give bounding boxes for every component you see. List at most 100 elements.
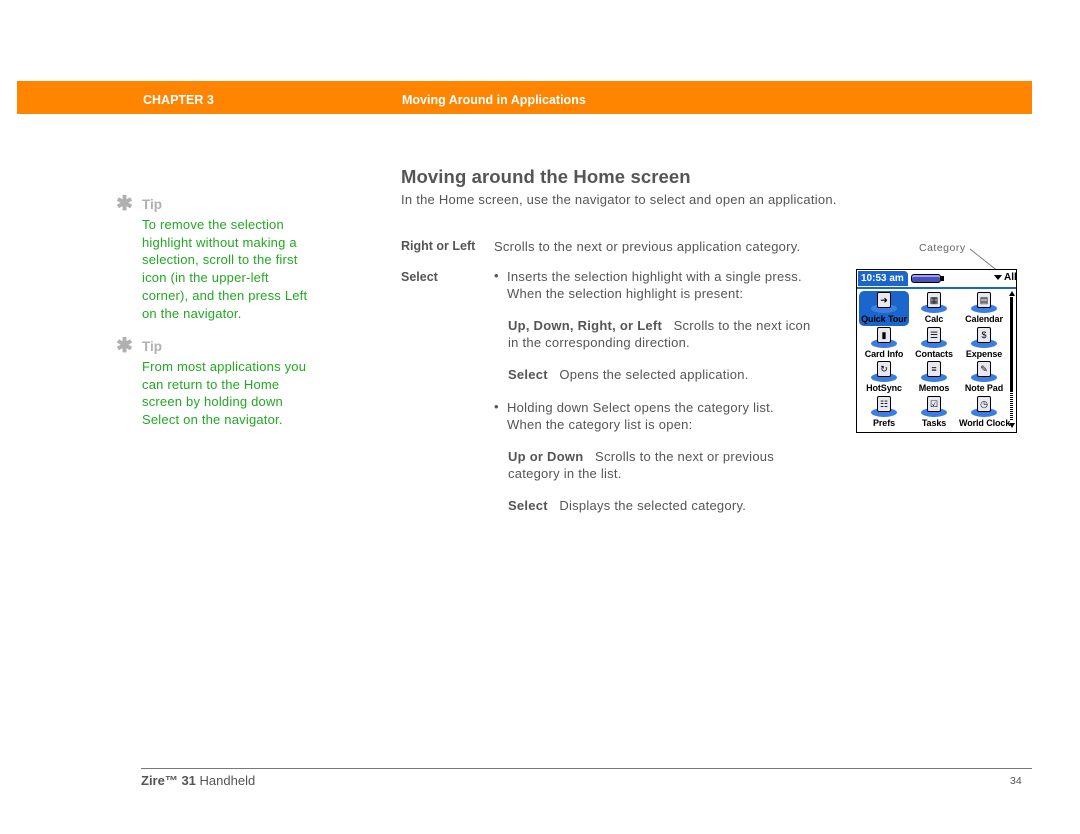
- product-name-bold: Zire™ 31: [141, 773, 196, 788]
- scrollbar: [1009, 291, 1015, 431]
- app-label: Contacts: [915, 348, 953, 359]
- page-number: 34: [1010, 775, 1022, 787]
- sub-entry: Select Opens the selected application.: [508, 366, 749, 383]
- chapter-header-bar: CHAPTER 3 Moving Around in Applications: [17, 81, 1032, 114]
- app-grid: ➜ Quick Tour ▦ Calc ▤ Calendar ▮ Card Info ☰ Cont…: [859, 291, 1011, 430]
- app-label: HotSync: [866, 383, 902, 393]
- app-label: Expense: [965, 348, 1003, 359]
- bullet-marker: •: [494, 399, 499, 414]
- icon-glyph: ▮: [877, 326, 891, 343]
- term-select: Select: [401, 270, 438, 284]
- bullet-text-line: Holding down Select opens the category l…: [507, 400, 774, 415]
- sub-term: Up or Down: [508, 449, 584, 464]
- note-pad-icon: ✎: [969, 361, 999, 383]
- tip-label: Tip: [142, 196, 162, 212]
- term-right-or-left: Right or Left: [401, 239, 476, 253]
- calc-icon: ▦: [919, 292, 949, 314]
- app-icon-note-pad: ✎ Note Pad: [959, 360, 1009, 395]
- prefs-icon: ☷: [869, 395, 899, 418]
- tip-box: ✱ Tip To remove the selection highlight …: [116, 192, 316, 322]
- app-label: Note Pad: [964, 383, 1004, 393]
- app-icon-expense: $ Expense: [959, 326, 1009, 361]
- app-icon-card-info: ▮ Card Info: [859, 326, 909, 361]
- app-label: Card Info: [864, 348, 904, 359]
- app-icon-quick-tour: ➜ Quick Tour: [859, 291, 909, 326]
- icon-glyph: ≡: [927, 361, 941, 377]
- sub-desc: Scrolls to the next or previous: [595, 449, 775, 464]
- chapter-title: Moving Around in Applications: [402, 93, 586, 107]
- category-callout-label: Category: [919, 242, 966, 254]
- scroll-up-arrow-icon: [1009, 291, 1015, 296]
- app-icon-calc: ▦ Calc: [909, 291, 959, 326]
- bullet-text-line: Inserts the selection highlight with a s…: [507, 269, 802, 284]
- sub-entry: Select Displays the selected category.: [508, 497, 746, 514]
- home-screen-figure: 10:53 am All ➜ Quick Tour ▦ Calc ▤ Calendar ▮ C…: [856, 269, 1017, 433]
- tip-box: ✱ Tip From most applications you can ret…: [116, 334, 316, 429]
- bullet-marker: •: [494, 268, 499, 283]
- section-intro: In the Home screen, use the navigator to…: [401, 192, 837, 207]
- icon-glyph: ☑: [927, 395, 941, 412]
- quick-tour-icon: ➜: [869, 292, 899, 314]
- asterisk-icon: ✱: [116, 334, 133, 357]
- bullet-text-line: When the category list is open:: [507, 417, 693, 432]
- sub-desc: Displays the selected category.: [559, 498, 747, 513]
- app-label: Memos: [918, 383, 950, 393]
- contacts-icon: ☰: [919, 326, 949, 349]
- bullet-text-line: When the selection highlight is present:: [507, 286, 744, 301]
- app-icon-calendar: ▤ Calendar: [959, 291, 1009, 326]
- icon-glyph: ☰: [927, 326, 941, 343]
- sub-desc-line: category in the list.: [508, 466, 622, 481]
- icon-glyph: $: [977, 326, 991, 343]
- world-clock-icon: ◷: [969, 395, 999, 418]
- app-label: Prefs: [872, 417, 895, 428]
- sub-desc-line: in the corresponding direction.: [508, 335, 690, 350]
- icon-glyph: ➜: [877, 292, 891, 308]
- title-underline: [857, 287, 1016, 289]
- asterisk-icon: ✱: [116, 192, 133, 215]
- hotsync-icon: ↻: [869, 361, 899, 383]
- app-icon-memos: ≡ Memos: [909, 360, 959, 395]
- category-selector: All: [1004, 272, 1017, 283]
- desc-right-or-left: Scrolls to the next or previous applicat…: [494, 239, 801, 254]
- icon-glyph: ☷: [877, 395, 891, 412]
- icon-glyph: ↻: [877, 361, 891, 377]
- battery-icon: [911, 274, 941, 283]
- icon-glyph: ◷: [977, 395, 991, 412]
- battery-tip: [941, 276, 944, 281]
- icon-glyph: ▦: [927, 292, 941, 308]
- app-label: Calendar: [965, 314, 1003, 324]
- footer-product-name: Zire™ 31 Handheld: [141, 773, 255, 788]
- sub-desc: Scrolls to the next icon: [673, 318, 811, 333]
- sub-term: Select: [508, 367, 548, 382]
- footer-divider: [141, 768, 1032, 769]
- card-info-icon: ▮: [869, 326, 899, 349]
- tip-text: To remove the selection highlight withou…: [142, 217, 308, 321]
- chapter-number: CHAPTER 3: [143, 93, 214, 107]
- app-label: Calc: [924, 314, 944, 324]
- product-name-rest: Handheld: [195, 773, 256, 788]
- icon-glyph: ▤: [977, 292, 991, 308]
- app-label: Tasks: [921, 417, 947, 428]
- section-heading: Moving around the Home screen: [401, 166, 691, 187]
- memos-icon: ≡: [919, 361, 949, 383]
- sub-term: Up, Down, Right, or Left: [508, 318, 663, 333]
- app-icon-prefs: ☷ Prefs: [859, 395, 909, 430]
- tip-label: Tip: [142, 338, 162, 354]
- app-icon-contacts: ☰ Contacts: [909, 326, 959, 361]
- app-icon-world-clock: ◷ World Clock: [959, 395, 1011, 430]
- scroll-down-arrow-icon: [1009, 423, 1015, 428]
- sub-desc: Opens the selected application.: [559, 367, 749, 382]
- expense-icon: $: [969, 326, 999, 349]
- title-bar: 10:53 am All: [857, 270, 1017, 287]
- dropdown-arrow-icon: [994, 275, 1002, 280]
- calendar-icon: ▤: [969, 292, 999, 314]
- app-label: World Clock: [959, 417, 1011, 428]
- app-icon-hotsync: ↻ HotSync: [859, 360, 909, 395]
- sub-entry: Up or Down Scrolls to the next or previo…: [508, 448, 774, 465]
- tasks-icon: ☑: [919, 395, 949, 418]
- app-label: Quick Tour: [861, 314, 907, 324]
- sub-term: Select: [508, 498, 548, 513]
- tip-text: From most applications you can return to…: [142, 359, 307, 428]
- icon-glyph: ✎: [977, 361, 991, 377]
- clock-tab: 10:53 am: [858, 271, 908, 286]
